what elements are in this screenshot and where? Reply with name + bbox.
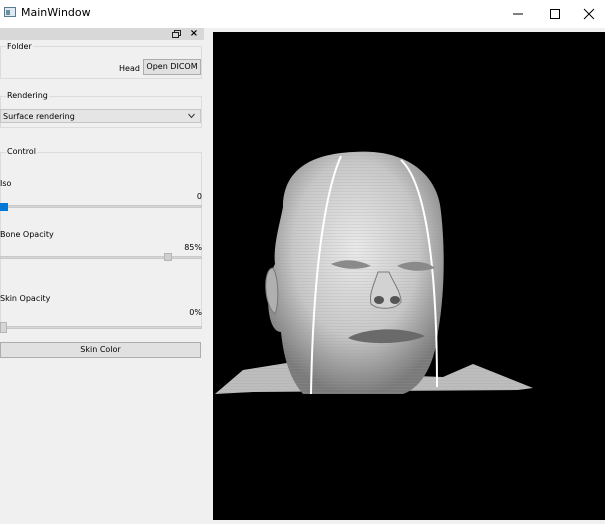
folder-group-title: Folder <box>6 42 33 51</box>
control-panel: Folder Head Open DICOM Rendering Surface… <box>0 40 204 524</box>
app-window-icon <box>4 7 16 17</box>
folder-name-label: Head <box>119 64 140 73</box>
minimize-button[interactable] <box>500 0 536 28</box>
rendering-mode-select[interactable]: Surface rendering <box>0 109 201 123</box>
bone-opacity-value: 85% <box>184 243 202 252</box>
title-bar: MainWindow <box>0 0 605 28</box>
skin-opacity-slider-handle[interactable] <box>0 322 7 333</box>
skin-color-button[interactable]: Skin Color <box>0 342 201 358</box>
rendering-group-title: Rendering <box>6 91 49 100</box>
rendering-mode-value: Surface rendering <box>3 112 75 121</box>
minimize-icon <box>513 13 523 15</box>
iso-label: Iso <box>0 179 12 188</box>
skin-opacity-slider[interactable] <box>0 326 202 329</box>
dock-splitter[interactable] <box>204 28 213 524</box>
window-title: MainWindow <box>21 6 91 19</box>
control-group-title: Control <box>6 147 37 156</box>
iso-slider-handle[interactable] <box>0 203 8 211</box>
dock-header: × <box>0 28 204 40</box>
iso-slider[interactable] <box>0 205 202 208</box>
dock-close-icon[interactable]: × <box>189 29 199 39</box>
dock-float-icon[interactable] <box>172 30 181 38</box>
maximize-button[interactable] <box>537 0 573 28</box>
maximize-icon <box>550 9 560 19</box>
bone-opacity-label: Bone Opacity <box>0 230 54 239</box>
skin-opacity-label: Skin Opacity <box>0 294 51 303</box>
iso-value: 0 <box>196 192 202 201</box>
skin-opacity-value: 0% <box>189 308 202 317</box>
close-icon <box>583 8 595 20</box>
render-viewport[interactable] <box>213 32 605 520</box>
chevron-down-icon <box>188 113 195 119</box>
ear <box>265 267 279 315</box>
bone-opacity-slider-handle[interactable] <box>164 253 172 261</box>
close-window-button[interactable] <box>571 0 605 28</box>
open-dicom-button[interactable]: Open DICOM <box>143 59 201 75</box>
head-surface-render <box>215 151 533 395</box>
